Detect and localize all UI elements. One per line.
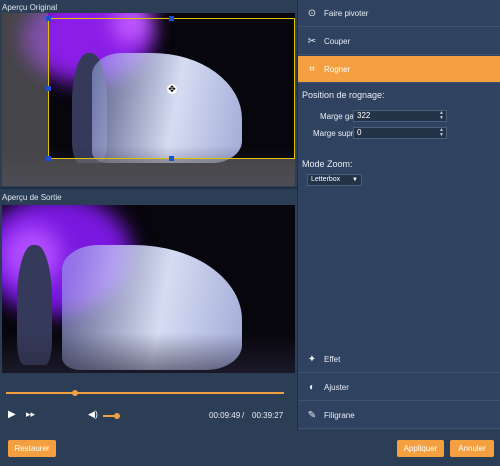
original-preview-label: Aperçu Original (2, 3, 58, 12)
volume-knob[interactable] (114, 413, 120, 419)
pen-icon: ✎ (307, 409, 317, 421)
menu-rotate[interactable]: ⊙ Faire pivoter (298, 0, 500, 27)
scissors-icon: ✂ (307, 35, 317, 47)
spinner-arrows-icon[interactable]: ▲ ▼ (439, 128, 444, 138)
crop-handle-bottom[interactable] (169, 156, 174, 161)
move-icon[interactable]: ✥ (167, 84, 177, 94)
adjust-icon: ◐ (308, 381, 316, 393)
left-margin-field[interactable]: 322 ▲ ▼ (353, 110, 447, 122)
spinner-arrows-icon[interactable]: ▲ ▼ (439, 111, 444, 121)
crop-handle-left[interactable] (46, 86, 51, 91)
zoom-mode-select[interactable]: Letterbox ▼ (307, 174, 362, 186)
zoom-mode-title: Mode Zoom: (302, 159, 353, 169)
menu-watermark-label: Filigrane (324, 410, 355, 420)
menu-effect[interactable]: ✦ Effet (298, 346, 500, 373)
menu-cut[interactable]: ✂ Couper (298, 28, 500, 55)
menu-crop[interactable]: ⌗ Rogner (298, 56, 500, 83)
seek-knob[interactable] (72, 390, 78, 396)
fast-forward-icon[interactable]: ▸▸ (26, 409, 35, 420)
preview-panel: Aperçu Original ✥ Aperçu de Sortie ▶ ▸▸ … (0, 0, 297, 430)
crop-position-title: Position de rognage: (302, 90, 385, 100)
menu-cut-label: Couper (324, 36, 351, 46)
volume-slider[interactable] (103, 413, 120, 419)
crop-handle-top-left[interactable] (46, 16, 51, 21)
apply-button[interactable]: Appliquer (397, 440, 444, 457)
top-margin-value: 0 (357, 128, 362, 137)
current-time: 00:09:49 (209, 411, 241, 420)
edit-panel: ⊙ Faire pivoter ✂ Couper ⌗ Rogner ✦ Effe… (297, 0, 500, 430)
total-time: 00:39:27 (252, 411, 284, 420)
output-preview (2, 205, 295, 373)
menu-rotate-label: Faire pivoter (324, 8, 369, 18)
cancel-button[interactable]: Annuler (450, 440, 494, 457)
rotate-icon: ⊙ (307, 7, 317, 19)
preview-divider (0, 187, 297, 189)
bottom-bar: Restaurer Appliquer Annuler (0, 430, 500, 466)
volume-icon[interactable]: ◀) (88, 409, 98, 420)
top-margin-field[interactable]: 0 ▲ ▼ (353, 127, 447, 139)
seek-bar[interactable] (6, 390, 284, 396)
crop-handle-bottom-left[interactable] (46, 156, 51, 161)
output-preview-label: Aperçu de Sortie (2, 193, 62, 202)
crop-handle-top[interactable] (169, 16, 174, 21)
crop-icon: ⌗ (309, 63, 315, 75)
left-margin-value: 322 (357, 111, 371, 120)
original-preview: ✥ (2, 13, 295, 186)
menu-crop-label: Rogner (324, 64, 351, 74)
menu-adjust[interactable]: ◐ Ajuster (298, 374, 500, 401)
menu-watermark[interactable]: ✎ Filigrane (298, 402, 500, 429)
zoom-mode-value: Letterbox (311, 176, 341, 183)
effect-icon: ✦ (307, 353, 317, 365)
menu-effect-label: Effet (324, 354, 341, 364)
chevron-down-icon: ▼ (352, 177, 358, 183)
menu-adjust-label: Ajuster (324, 382, 349, 392)
restore-button[interactable]: Restaurer (8, 440, 56, 457)
time-separator: / (242, 411, 245, 420)
play-icon[interactable]: ▶ (8, 409, 16, 420)
